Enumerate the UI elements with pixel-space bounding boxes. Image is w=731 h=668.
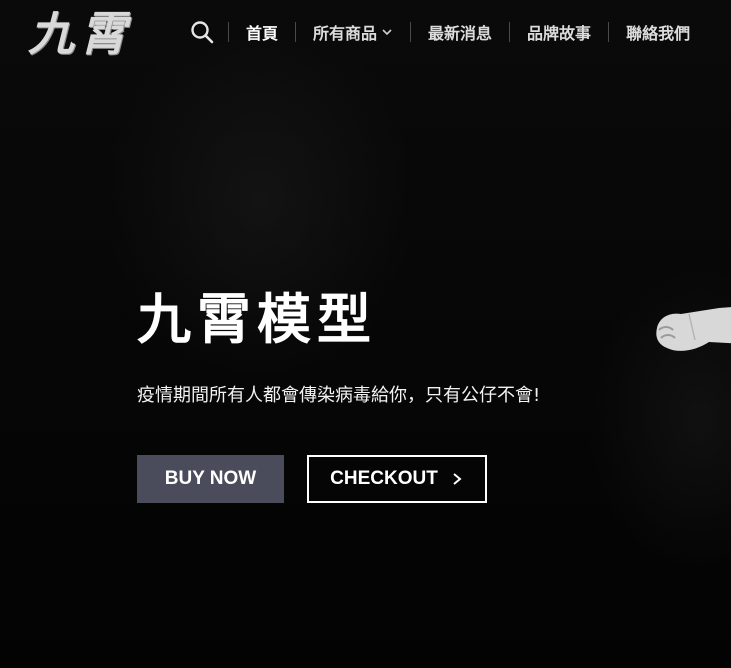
buy-now-button[interactable]: BUY NOW bbox=[137, 455, 284, 503]
nav-item-label: 所有商品 bbox=[313, 24, 378, 43]
nav-item-news[interactable]: 最新消息 bbox=[411, 16, 509, 48]
main-nav: 首頁 所有商品 最新消息 品牌故事 聯絡我們 bbox=[228, 16, 707, 48]
checkout-button[interactable]: CHECKOUT bbox=[307, 455, 487, 503]
chevron-down-icon bbox=[382, 29, 392, 36]
nav-item-home[interactable]: 首頁 bbox=[229, 16, 295, 48]
nav-item-label: 聯絡我們 bbox=[626, 24, 691, 43]
buy-now-label: BUY NOW bbox=[164, 468, 257, 489]
checkout-label: CHECKOUT bbox=[330, 468, 438, 489]
nav-item-label: 最新消息 bbox=[428, 24, 493, 43]
search-icon[interactable] bbox=[190, 20, 214, 44]
nav-item-brand-story[interactable]: 品牌故事 bbox=[510, 16, 608, 48]
hero-subtitle: 疫情期間所有人都會傳染病毒給你，只有公仔不會! bbox=[137, 385, 541, 406]
figure-arm-image bbox=[656, 307, 731, 351]
nav-item-contact[interactable]: 聯絡我們 bbox=[609, 16, 707, 48]
chevron-right-icon bbox=[453, 473, 462, 485]
nav-item-all-products[interactable]: 所有商品 bbox=[296, 16, 410, 48]
brand-logo[interactable]: 九霄 bbox=[28, 6, 156, 62]
hero-title: 九霄模型 bbox=[137, 288, 377, 351]
nav-item-label: 品牌故事 bbox=[527, 24, 592, 43]
site-header: 九霄 首頁 所有商品 最新消息 品牌故事 聯絡我們 bbox=[0, 0, 731, 64]
nav-item-label: 首頁 bbox=[246, 24, 279, 43]
